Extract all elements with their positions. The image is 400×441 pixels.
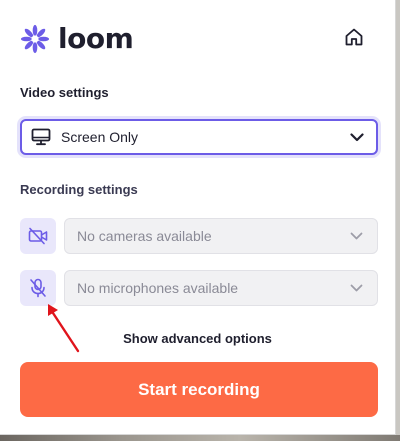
microphone-row: No microphones available <box>20 270 378 306</box>
show-advanced-options-link[interactable]: Show advanced options <box>0 331 395 346</box>
camera-select[interactable]: No cameras available <box>64 218 378 254</box>
home-button[interactable] <box>341 24 367 50</box>
camera-select-value: No cameras available <box>77 228 212 244</box>
monitor-icon <box>31 128 51 146</box>
home-icon <box>345 28 363 46</box>
chevron-down-icon <box>350 132 364 142</box>
microphone-select-value: No microphones available <box>77 280 239 296</box>
camera-toggle-button[interactable] <box>20 218 56 254</box>
brand-name: loom <box>58 22 134 55</box>
background-strip <box>0 435 400 441</box>
loom-starburst-icon <box>20 24 50 54</box>
microphone-off-icon <box>30 278 46 298</box>
camera-row: No cameras available <box>20 218 378 254</box>
camera-off-icon <box>28 227 48 245</box>
video-settings-label: Video settings <box>20 85 109 100</box>
microphone-select[interactable]: No microphones available <box>64 270 378 306</box>
loom-recorder-panel: loom Video settings Screen Only Recordin… <box>0 0 396 435</box>
loom-logo: loom <box>20 22 134 55</box>
chevron-down-icon <box>350 232 363 240</box>
chevron-down-icon <box>350 284 363 292</box>
header: loom <box>20 24 367 60</box>
recording-settings-label: Recording settings <box>20 182 138 197</box>
video-source-value: Screen Only <box>61 129 139 145</box>
video-source-select[interactable]: Screen Only <box>20 119 378 155</box>
microphone-toggle-button[interactable] <box>20 270 56 306</box>
start-recording-button[interactable]: Start recording <box>20 362 378 417</box>
